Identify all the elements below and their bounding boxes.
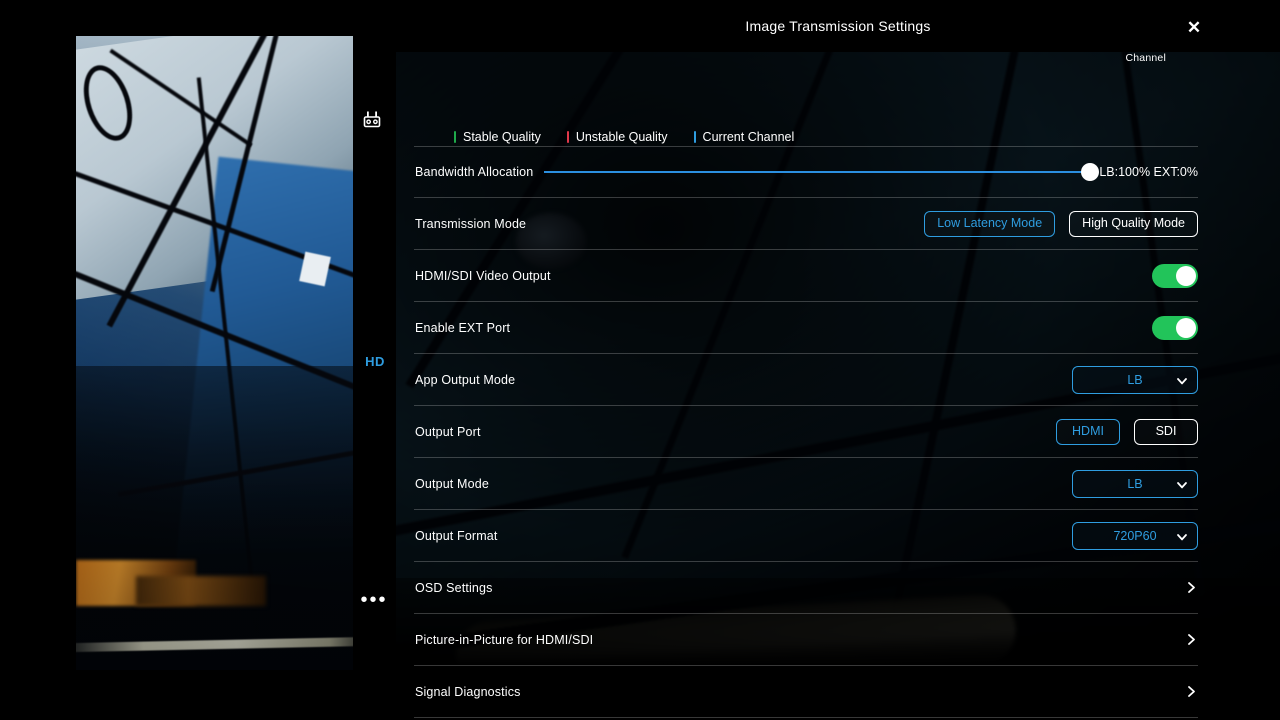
chart-axis-label-channel: Channel xyxy=(1125,52,1166,64)
bandwidth-slider-handle[interactable] xyxy=(1081,163,1099,181)
close-icon[interactable]: ✕ xyxy=(1182,15,1206,39)
row-output-port: Output Port HDMI SDI xyxy=(414,406,1198,458)
row-signal-diagnostics[interactable]: Signal Diagnostics xyxy=(414,666,1198,718)
bandwidth-slider-fill xyxy=(544,171,1090,173)
chevron-down-icon xyxy=(1176,374,1188,386)
live-video-feed[interactable] xyxy=(76,36,353,670)
row-bandwidth-allocation: Bandwidth Allocation LB:100% EXT:0% xyxy=(414,146,1198,198)
row-control-output-mode: LB xyxy=(1072,470,1198,498)
select-value-output-mode: LB xyxy=(1127,477,1142,491)
chart-legend: Stable Quality Unstable Quality Current … xyxy=(454,130,794,144)
hd-quality-badge[interactable]: HD xyxy=(360,352,390,370)
video-preview-panel[interactable]: HD ••• xyxy=(0,0,396,720)
row-label-bandwidth-allocation: Bandwidth Allocation xyxy=(415,165,533,179)
select-value-output-format: 720P60 xyxy=(1113,529,1156,543)
select-output-mode[interactable]: LB xyxy=(1072,470,1198,498)
legend-swatch-stable xyxy=(454,131,456,143)
row-osd-settings[interactable]: OSD Settings xyxy=(414,562,1198,614)
row-label-hdmi-sdi-video-output: HDMI/SDI Video Output xyxy=(415,269,551,283)
page-title: Image Transmission Settings xyxy=(745,18,930,34)
legend-item-unstable-quality: Unstable Quality xyxy=(567,130,668,144)
more-options-icon[interactable]: ••• xyxy=(362,590,386,610)
row-control-picture-in-picture xyxy=(1184,633,1198,647)
toggle-hdmi-sdi-video-output[interactable] xyxy=(1152,264,1198,288)
legend-item-current-channel: Current Channel xyxy=(694,130,795,144)
chevron-right-icon[interactable] xyxy=(1184,581,1198,595)
row-label-output-mode: Output Mode xyxy=(415,477,489,491)
select-value-app-output-mode: LB xyxy=(1127,373,1142,387)
row-label-transmission-mode: Transmission Mode xyxy=(415,217,526,231)
row-control-signal-diagnostics xyxy=(1184,685,1198,699)
row-control-osd-settings xyxy=(1184,581,1198,595)
row-label-picture-in-picture-for-hdmi-sdi: Picture-in-Picture for HDMI/SDI xyxy=(415,633,593,647)
row-label-output-format: Output Format xyxy=(415,529,498,543)
row-control-enable-ext-port xyxy=(1152,316,1198,340)
chevron-down-icon xyxy=(1176,478,1188,490)
row-control-output-format: 720P60 xyxy=(1072,522,1198,550)
toggle-knob xyxy=(1176,266,1196,286)
button-low-latency-mode[interactable]: Low Latency Mode xyxy=(924,211,1055,237)
chevron-down-icon xyxy=(1176,530,1188,542)
row-label-enable-ext-port: Enable EXT Port xyxy=(415,321,510,335)
bandwidth-slider[interactable] xyxy=(544,171,1090,173)
settings-rows-list: Bandwidth Allocation LB:100% EXT:0% Tran… xyxy=(414,146,1198,718)
button-output-port-sdi[interactable]: SDI xyxy=(1134,419,1198,445)
row-control-transmission-mode: Low Latency Mode High Quality Mode xyxy=(924,211,1198,237)
remote-controller-icon[interactable] xyxy=(362,109,386,133)
row-hdmi-sdi-video-output: HDMI/SDI Video Output xyxy=(414,250,1198,302)
row-control-output-port: HDMI SDI xyxy=(1056,419,1198,445)
row-control-app-output-mode: LB xyxy=(1072,366,1198,394)
panel-titlebar: Image Transmission Settings xyxy=(396,0,1280,52)
legend-item-stable-quality: Stable Quality xyxy=(454,130,541,144)
image-transmission-settings-panel: Image Transmission Settings ✕ Channel St… xyxy=(396,0,1280,720)
toggle-enable-ext-port[interactable] xyxy=(1152,316,1198,340)
row-control-hdmi-sdi-video-output xyxy=(1152,264,1198,288)
row-label-app-output-mode: App Output Mode xyxy=(415,373,515,387)
signal-quality-chart: Channel Stable Quality Unstable Quality … xyxy=(414,46,1198,144)
button-high-quality-mode[interactable]: High Quality Mode xyxy=(1069,211,1198,237)
chevron-right-icon[interactable] xyxy=(1184,633,1198,647)
button-output-port-hdmi[interactable]: HDMI xyxy=(1056,419,1120,445)
legend-label-unstable: Unstable Quality xyxy=(576,130,668,144)
row-label-signal-diagnostics: Signal Diagnostics xyxy=(415,685,521,699)
app-root: HD ••• Image Transmission Settings ✕ Cha… xyxy=(0,0,1280,720)
row-enable-ext-port: Enable EXT Port xyxy=(414,302,1198,354)
select-output-format[interactable]: 720P60 xyxy=(1072,522,1198,550)
row-label-osd-settings: OSD Settings xyxy=(415,581,493,595)
legend-swatch-unstable xyxy=(567,131,569,143)
toggle-knob xyxy=(1176,318,1196,338)
row-label-output-port: Output Port xyxy=(415,425,481,439)
row-control-bandwidth-allocation: LB:100% EXT:0% xyxy=(544,165,1198,179)
row-output-format: Output Format 720P60 xyxy=(414,510,1198,562)
row-output-mode: Output Mode LB xyxy=(414,458,1198,510)
row-picture-in-picture-for-hdmi-sdi[interactable]: Picture-in-Picture for HDMI/SDI xyxy=(414,614,1198,666)
video-vignette xyxy=(76,36,353,670)
chevron-right-icon[interactable] xyxy=(1184,685,1198,699)
row-app-output-mode: App Output Mode LB xyxy=(414,354,1198,406)
bandwidth-value-text: LB:100% EXT:0% xyxy=(1099,165,1198,179)
legend-label-current-channel: Current Channel xyxy=(703,130,795,144)
legend-label-stable: Stable Quality xyxy=(463,130,541,144)
select-app-output-mode[interactable]: LB xyxy=(1072,366,1198,394)
legend-swatch-current-channel xyxy=(694,131,696,143)
row-transmission-mode: Transmission Mode Low Latency Mode High … xyxy=(414,198,1198,250)
